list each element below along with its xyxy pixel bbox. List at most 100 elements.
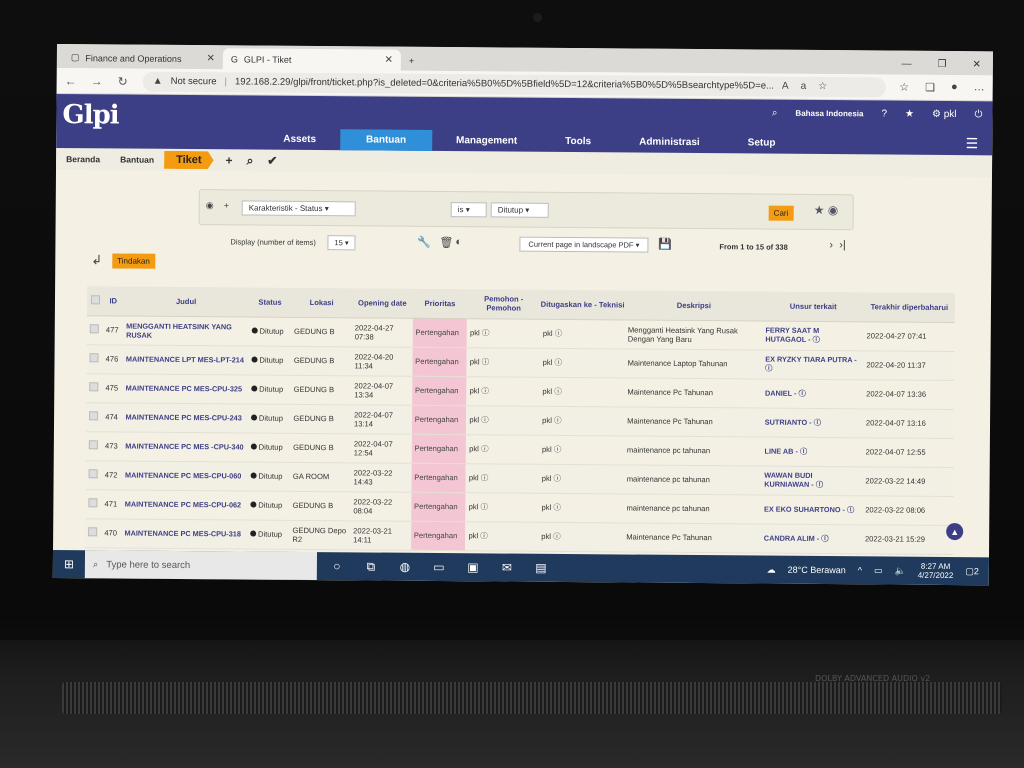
cell-teknisi[interactable]: pkl ⓘ (539, 347, 625, 378)
info-icon[interactable]: ⓘ (553, 329, 563, 338)
wrench-icon[interactable]: 🔧 (417, 236, 431, 249)
back-icon[interactable]: ← (65, 74, 77, 88)
cell-judul[interactable]: MAINTENANCE PC MES-CPU-062 (121, 489, 248, 520)
info-icon[interactable]: - ⓘ (806, 335, 820, 344)
notification-icon[interactable]: ▢2 (965, 566, 979, 577)
pagination-arrows[interactable]: › ›| (829, 239, 845, 251)
logout-icon[interactable]: ⏻ (975, 109, 983, 120)
edge-icon[interactable]: ◍ (395, 559, 415, 574)
cell-unsur-terkait[interactable]: DANIEL - ⓘ (761, 378, 864, 409)
user-link[interactable]: pkl (541, 503, 551, 512)
volume-icon[interactable]: 🔈 (895, 565, 906, 576)
info-icon[interactable]: ⓘ (480, 357, 490, 366)
criteria-operator-select[interactable]: is ▾ (450, 202, 487, 218)
favorites-add-icon[interactable]: ☆ (818, 81, 827, 92)
linked-item[interactable]: WAWAN BUDI KURNIAWAN (764, 471, 812, 489)
weather-text[interactable]: 28°C Berawan (788, 565, 846, 575)
menu-administrasi[interactable]: Administrasi (615, 136, 724, 153)
row-checkbox[interactable] (85, 518, 102, 548)
linked-item[interactable]: CANDRA ALIM (764, 533, 815, 542)
row-checkbox[interactable] (85, 489, 102, 519)
search-icon[interactable]: ⌕ (247, 153, 254, 168)
help-icon[interactable]: ? (881, 108, 887, 119)
checkbox[interactable] (88, 527, 98, 537)
col-terakhir-diperbaharui[interactable]: Terakhir diperbaharui (863, 292, 956, 323)
translate-icon[interactable]: a (801, 81, 807, 92)
info-icon[interactable]: ⓘ (551, 532, 561, 541)
export-icon[interactable]: 💾 (658, 238, 672, 251)
info-icon[interactable]: - ⓘ (841, 505, 855, 514)
cell-judul[interactable]: MENGGANTI HEATSINK YANG RUSAK (123, 315, 249, 346)
cell-pemohon[interactable]: pkl ⓘ (466, 347, 540, 377)
user-link[interactable]: pkl (469, 444, 479, 453)
checkbox[interactable] (89, 353, 99, 363)
user-link[interactable]: pkl (543, 329, 553, 338)
clock[interactable]: 8:27 AM 4/27/2022 (918, 562, 954, 581)
cell-unsur-terkait[interactable]: SUTRIANTO - ⓘ (761, 407, 864, 438)
add-criteria-icon[interactable]: + (224, 200, 229, 210)
tab-glpi[interactable]: G GLPI - Tiket ✕ (222, 48, 401, 71)
export-select[interactable]: Current page in landscape PDF ▾ (519, 236, 649, 253)
col-prioritas[interactable]: Prioritas (412, 288, 468, 319)
chevron-up-icon[interactable]: ^ (858, 565, 862, 575)
user-link[interactable]: pkl (469, 473, 479, 482)
info-icon[interactable]: - ⓘ (815, 533, 829, 542)
search-button[interactable]: Cari (768, 205, 794, 221)
info-icon[interactable]: - ⓘ (792, 388, 806, 397)
user-link[interactable]: pkl (541, 532, 551, 541)
cell-teknisi[interactable]: pkl ⓘ (539, 405, 625, 436)
row-checkbox[interactable] (86, 315, 104, 345)
row-checkbox[interactable] (86, 344, 103, 374)
user-link[interactable]: pkl (470, 328, 480, 337)
cell-teknisi[interactable]: pkl ⓘ (539, 318, 625, 349)
cell-judul[interactable]: MAINTENANCE PC MES-CPU-325 (122, 373, 249, 404)
checkbox[interactable] (88, 498, 98, 508)
info-icon[interactable]: ⓘ (479, 473, 489, 482)
trash-icon[interactable]: 🗑 (439, 236, 453, 249)
info-icon[interactable]: ⓘ (552, 358, 562, 367)
user-link[interactable]: pkl (542, 416, 552, 425)
checkbox[interactable] (89, 411, 99, 421)
linked-item[interactable]: EX RYZKY TIARA PUTRA (765, 355, 852, 365)
info-icon[interactable]: ⓘ (551, 474, 562, 483)
tab-finance[interactable]: ▢ Finance and Operations ✕ (63, 47, 223, 69)
col-opening-date[interactable]: Opening date (351, 288, 413, 318)
close-icon[interactable]: ✕ (206, 53, 214, 64)
windows-start-icon[interactable]: ⊞ (53, 557, 85, 571)
user-settings[interactable]: ⚙ pkl (932, 109, 957, 120)
cortana-icon[interactable]: ○ (327, 559, 347, 574)
cell-unsur-terkait[interactable]: WAWAN BUDI KURNIAWAN - ⓘ (761, 465, 863, 496)
cell-pemohon[interactable]: pkl ⓘ (466, 434, 540, 464)
radio-icon[interactable]: ◉ (206, 200, 214, 211)
cell-unsur-terkait[interactable]: EX EKO SUHARTONO - ⓘ (760, 494, 863, 525)
user-link[interactable]: pkl (543, 358, 553, 367)
add-icon[interactable]: + (226, 153, 233, 168)
info-icon[interactable]: ⓘ (478, 502, 488, 511)
user-link[interactable]: pkl (469, 415, 479, 424)
forward-icon[interactable]: → (91, 74, 103, 88)
star-icon[interactable]: ★ (905, 109, 914, 120)
col-pemohon[interactable]: Pemohon - Pemohon (467, 289, 541, 319)
cell-teknisi[interactable]: pkl ⓘ (538, 521, 624, 552)
cell-unsur-terkait[interactable]: EX RYZKY TIARA PUTRA - ⓘ (762, 349, 864, 380)
scroll-top-button[interactable]: ▲ (946, 522, 964, 541)
crumb-tiket[interactable]: Tiket (164, 151, 214, 169)
save-search-icon[interactable]: ★ ◉ (814, 203, 839, 217)
new-tab-button[interactable]: + (401, 50, 422, 71)
row-checkbox[interactable] (85, 431, 103, 461)
cell-judul[interactable]: MAINTENANCE PC MES-CPU-243 (122, 402, 249, 433)
cell-teknisi[interactable]: pkl ⓘ (538, 434, 625, 465)
menu-tools[interactable]: Tools (541, 136, 615, 153)
col-judul[interactable]: Judul (123, 286, 249, 317)
cell-unsur-terkait[interactable]: FERRY SAAT M HUTAGAOL - ⓘ (762, 320, 864, 351)
mail-icon[interactable]: ✉ (497, 560, 517, 575)
cell-pemohon[interactable]: pkl ⓘ (466, 376, 540, 406)
checkbox[interactable] (88, 469, 98, 479)
col-status[interactable]: Status (248, 287, 292, 317)
task-view-icon[interactable]: ⧉ (361, 559, 381, 574)
cell-judul[interactable]: MAINTENANCE PC MES-CPU-318 (121, 518, 248, 549)
cell-pemohon[interactable]: pkl ⓘ (465, 492, 539, 522)
linked-item[interactable]: DANIEL (765, 388, 792, 397)
info-icon[interactable]: ⓘ (480, 328, 490, 337)
url-field[interactable]: ▲ Not secure | 192.168.2.29/glpi/front/t… (142, 71, 886, 98)
